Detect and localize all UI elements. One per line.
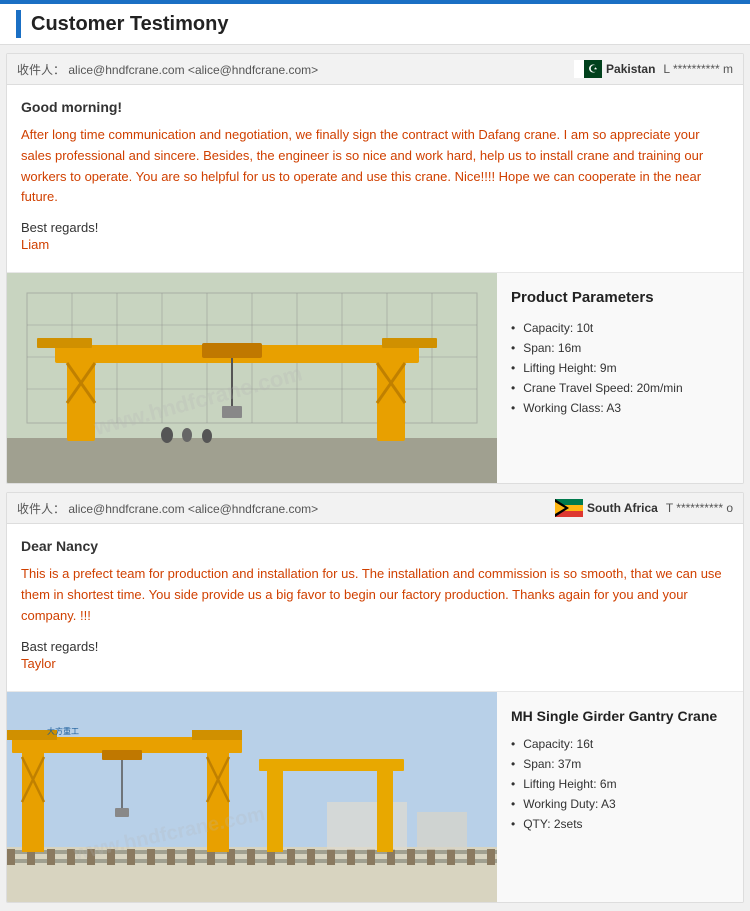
email-bar-2: 收件人： alice@hndfcrane.com <alice@hndfcran… [7,493,743,524]
email-address-2: 收件人： alice@hndfcrane.com <alice@hndfcran… [17,500,547,517]
product-params-1: Product Parameters Capacity: 10t Span: 1… [497,273,743,483]
country-name-2: South Africa [587,501,658,515]
flag-southafrica [555,499,583,517]
param-item: QTY: 2sets [511,814,729,834]
sign-off-1: Best regards! [21,220,729,235]
flag-pakistan [574,60,602,78]
message-content-2: This is a prefect team for production an… [21,566,722,623]
crane-svg-2: 大方重工 www.hndfcrane.com [7,692,497,902]
param-item: Working Class: A3 [511,398,729,418]
param-item: Capacity: 10t [511,318,729,338]
message-text-1: After long time communication and negoti… [21,125,729,208]
svg-text:大方重工: 大方重工 [47,726,79,736]
email-value-1: alice@hndfcrane.com <alice@hndfcrane.com… [68,63,318,77]
page-header: Customer Testimony [0,0,750,45]
message-content-1: After long time communication and negoti… [21,127,703,204]
param-item: Crane Travel Speed: 20m/min [511,378,729,398]
crane-image-1: www.hndfcrane.com [7,273,497,483]
param-item: Span: 16m [511,338,729,358]
crane-svg-1: www.hndfcrane.com [7,273,497,483]
message-text-2: This is a prefect team for production an… [21,564,729,626]
product-section-1: www.hndfcrane.com Product Parameters Cap… [7,272,743,483]
sign-off-2: Bast regards! [21,639,729,654]
header-accent-bar [16,10,21,38]
param-item: Lifting Height: 6m [511,774,729,794]
param-list-2: Capacity: 16t Span: 37m Lifting Height: … [511,734,729,834]
param-item: Span: 37m [511,754,729,774]
param-list-1: Capacity: 10t Span: 16m Lifting Height: … [511,318,729,418]
param-item: Working Duty: A3 [511,794,729,814]
crane-image-2: 大方重工 www.hndfcrane.com [7,692,497,902]
email-label-1: 收件人： [17,63,65,77]
country-code-1: L ********** m [663,62,733,76]
param-item: Capacity: 16t [511,734,729,754]
param-item: Lifting Height: 9m [511,358,729,378]
testimony-card-1: 收件人： alice@hndfcrane.com <alice@hndfcran… [6,53,744,484]
message-body-1: Good morning! After long time communicat… [7,85,743,272]
page-title: Customer Testimony [31,13,228,36]
message-body-2: Dear Nancy This is a prefect team for pr… [7,524,743,690]
product-title-2: MH Single Girder Gantry Crane [511,708,729,724]
testimony-card-2: 收件人： alice@hndfcrane.com <alice@hndfcran… [6,492,744,902]
signer-2: Taylor [21,656,729,671]
country-name-1: Pakistan [606,62,655,76]
country-code-2: T ********** o [666,501,733,515]
product-params-2: MH Single Girder Gantry Crane Capacity: … [497,692,743,902]
product-title-1: Product Parameters [511,289,729,306]
signer-1: Liam [21,237,729,252]
greeting-1: Good morning! [21,99,729,115]
email-bar-1: 收件人： alice@hndfcrane.com <alice@hndfcran… [7,54,743,85]
email-value-2: alice@hndfcrane.com <alice@hndfcrane.com… [68,502,318,516]
email-address-1: 收件人： alice@hndfcrane.com <alice@hndfcran… [17,61,566,78]
email-label-2: 收件人： [17,502,65,516]
product-section-2: 大方重工 www.hndfcrane.com MH Single Girder … [7,691,743,902]
greeting-2: Dear Nancy [21,538,729,554]
